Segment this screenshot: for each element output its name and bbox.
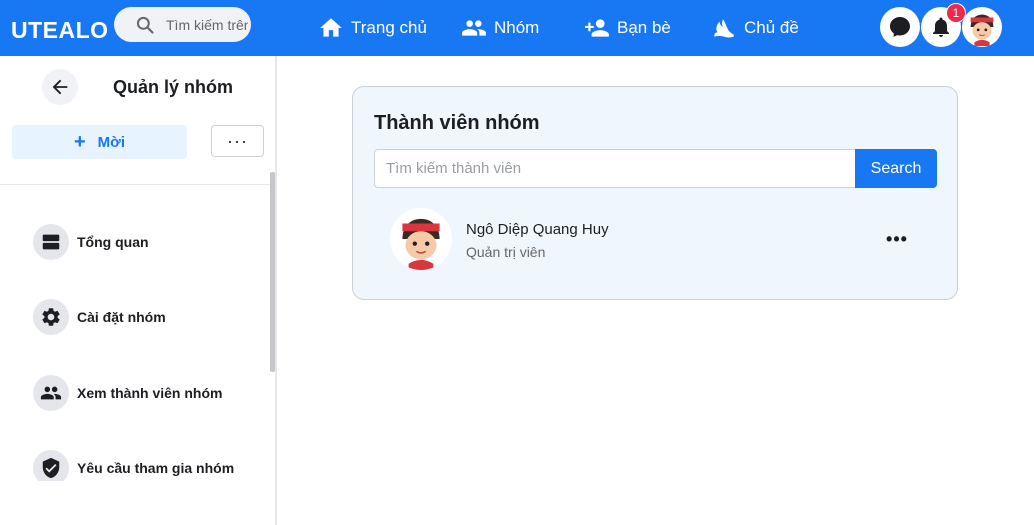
user-avatar-icon <box>390 208 452 270</box>
sidebar-item-group-settings[interactable]: Cài đặt nhóm <box>33 299 166 335</box>
invite-button-label: Mời <box>97 133 125 151</box>
sidebar-item-label: Yêu cầu tham gia nhóm <box>77 460 235 476</box>
home-icon <box>320 18 342 37</box>
nav-groups[interactable]: Nhóm <box>461 13 539 43</box>
overview-icon <box>33 224 69 260</box>
nav-topics-label: Chủ đề <box>744 18 799 37</box>
group-members-card: Thành viên nhóm Search Ngô Diệp Quang Hu… <box>352 86 958 300</box>
back-button[interactable] <box>42 69 78 105</box>
nav-topics[interactable]: Chủ đề <box>711 13 799 43</box>
sidebar-scrollbar[interactable] <box>270 172 275 372</box>
member-more-button[interactable]: ••• <box>884 226 910 252</box>
nav-home-label: Trang chủ <box>351 18 427 37</box>
people-icon <box>33 375 69 411</box>
sidebar-bottom-mask <box>0 481 275 525</box>
member-search-button[interactable]: Search <box>855 149 937 188</box>
nav-groups-label: Nhóm <box>494 18 540 37</box>
nav-home[interactable]: Trang chủ <box>318 13 427 43</box>
plus-icon: + <box>73 131 86 153</box>
sidebar-item-view-members[interactable]: Xem thành viên nhóm <box>33 375 222 411</box>
user-avatar-icon <box>963 8 1001 46</box>
groups-icon <box>462 20 486 36</box>
sidebar-item-label: Tổng quan <box>77 234 149 250</box>
sidebar-item-label: Xem thành viên nhóm <box>77 385 223 401</box>
arrow-left-icon <box>52 79 68 95</box>
nav-friends[interactable]: Bạn bè <box>584 13 671 43</box>
topics-icon <box>714 19 734 38</box>
gear-icon <box>33 299 69 335</box>
group-manage-sidebar: Quản lý nhóm + Mời ··· Tổng quan Cài đặt… <box>0 56 277 525</box>
member-name[interactable]: Ngô Diệp Quang Huy <box>466 221 609 238</box>
nav-friends-label: Bạn bè <box>617 18 671 37</box>
member-role: Quản trị viên <box>466 244 546 260</box>
sidebar-item-label: Cài đặt nhóm <box>77 309 166 325</box>
member-search-input[interactable] <box>374 149 856 188</box>
invite-button[interactable]: + Mời <box>12 125 187 159</box>
profile-avatar-button[interactable] <box>962 7 1002 47</box>
more-options-button[interactable]: ··· <box>211 125 264 157</box>
global-search[interactable] <box>114 7 251 42</box>
search-icon <box>136 16 154 34</box>
messenger-button[interactable] <box>880 7 920 47</box>
brand-logo[interactable]: UTEALO <box>11 17 109 44</box>
sidebar-item-overview[interactable]: Tổng quan <box>33 224 149 260</box>
chat-bubble-icon <box>890 17 910 37</box>
add-friend-icon <box>585 19 609 37</box>
global-search-input[interactable] <box>166 14 248 36</box>
sidebar-divider <box>0 184 275 185</box>
member-avatar[interactable] <box>390 208 452 270</box>
top-navbar: UTEALO Trang chủ Nhóm Bạn bè Chủ đề 1 <box>0 0 1034 56</box>
members-title: Thành viên nhóm <box>374 112 540 134</box>
sidebar-title: Quản lý nhóm <box>113 77 234 97</box>
